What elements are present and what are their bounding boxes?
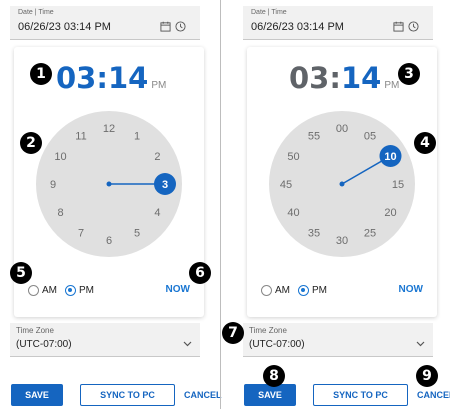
dial-number[interactable]: 2 bbox=[154, 151, 160, 163]
dial-number[interactable]: 15 bbox=[392, 179, 404, 191]
time-colon: : bbox=[96, 61, 108, 95]
calendar-icon[interactable] bbox=[160, 19, 171, 37]
time-display: 03 : 14 PM bbox=[56, 61, 166, 95]
dial-number[interactable]: 25 bbox=[364, 227, 376, 239]
pm-label: PM bbox=[312, 285, 327, 296]
datetime-field[interactable]: Date | Time 06/26/23 03:14 PM bbox=[10, 6, 200, 40]
dial-number[interactable]: 12 bbox=[103, 123, 115, 135]
dial-number[interactable]: 05 bbox=[364, 131, 376, 143]
hour-display[interactable]: 03 bbox=[289, 61, 329, 95]
cancel-button[interactable]: CANCEL bbox=[184, 390, 222, 400]
pm-label: PM bbox=[79, 285, 94, 296]
time-picker-panel-hours: Date | Time 06/26/23 03:14 PM 03 : 14 PM… bbox=[0, 0, 222, 409]
cancel-button[interactable]: CANCEL bbox=[417, 390, 450, 400]
pm-radio[interactable] bbox=[298, 285, 309, 296]
dial-number[interactable]: 4 bbox=[154, 207, 160, 219]
am-option[interactable]: AM bbox=[28, 285, 57, 296]
minute-display[interactable]: 14 bbox=[108, 61, 148, 95]
ampm-toggle: AM PM bbox=[28, 285, 94, 296]
timezone-value: (UTC-07:00) bbox=[16, 339, 72, 350]
clock-center-dot bbox=[339, 181, 345, 187]
dial-number[interactable]: 50 bbox=[287, 151, 299, 163]
time-colon: : bbox=[329, 61, 341, 95]
callout-marker: 8 bbox=[263, 365, 285, 387]
callout-marker: 4 bbox=[414, 132, 436, 154]
dial-number[interactable]: 20 bbox=[384, 207, 396, 219]
panel-divider bbox=[220, 0, 221, 409]
callout-marker: 2 bbox=[20, 132, 42, 154]
minute-display[interactable]: 14 bbox=[341, 61, 381, 95]
dial-number[interactable]: 7 bbox=[78, 227, 84, 239]
save-button[interactable]: SAVE bbox=[244, 384, 296, 406]
clock-picker-card: 03 : 14 PM 12 1 2 3 4 5 6 7 8 9 10 11 AM PM NOW bbox=[14, 47, 204, 317]
am-radio[interactable] bbox=[261, 285, 272, 296]
chevron-down-icon bbox=[183, 334, 192, 352]
now-button[interactable]: NOW bbox=[166, 284, 190, 295]
timezone-select[interactable]: Time Zone (UTC-07:00) bbox=[243, 323, 433, 357]
dial-number[interactable]: 00 bbox=[336, 123, 348, 135]
sync-to-pc-button[interactable]: SYNC TO PC bbox=[80, 384, 175, 406]
am-option[interactable]: AM bbox=[261, 285, 290, 296]
dial-number[interactable]: 55 bbox=[308, 131, 320, 143]
timezone-label: Time Zone bbox=[249, 326, 287, 335]
clock-icon[interactable] bbox=[408, 19, 419, 37]
ampm-toggle: AM PM bbox=[261, 285, 327, 296]
callout-marker: 9 bbox=[416, 365, 438, 387]
pm-option[interactable]: PM bbox=[65, 285, 94, 296]
datetime-value: 06/26/23 03:14 PM bbox=[251, 21, 344, 33]
calendar-icon[interactable] bbox=[393, 19, 404, 37]
datetime-value: 06/26/23 03:14 PM bbox=[18, 21, 111, 33]
datetime-label: Date | Time bbox=[251, 9, 287, 16]
dial-number[interactable]: 40 bbox=[287, 207, 299, 219]
time-display: 03 : 14 PM bbox=[289, 61, 399, 95]
hour-display[interactable]: 03 bbox=[56, 61, 96, 95]
am-label: AM bbox=[275, 285, 290, 296]
am-radio[interactable] bbox=[28, 285, 39, 296]
clock-dial-hours[interactable]: 121234567891011 bbox=[36, 111, 182, 257]
dial-number[interactable]: 9 bbox=[50, 179, 56, 191]
dial-number[interactable]: 5 bbox=[134, 227, 140, 239]
save-button[interactable]: SAVE bbox=[11, 384, 63, 406]
callout-marker: 1 bbox=[30, 63, 52, 85]
pm-radio[interactable] bbox=[65, 285, 76, 296]
callout-marker: 7 bbox=[222, 322, 244, 344]
dial-number[interactable]: 10 bbox=[384, 151, 396, 163]
callout-marker: 3 bbox=[398, 63, 420, 85]
time-picker-panel-minutes: Date | Time 06/26/23 03:14 PM 03 : 14 PM… bbox=[233, 0, 450, 409]
dial-number[interactable]: 35 bbox=[308, 227, 320, 239]
pm-option[interactable]: PM bbox=[298, 285, 327, 296]
datetime-field[interactable]: Date | Time 06/26/23 03:14 PM bbox=[243, 6, 433, 40]
now-button[interactable]: NOW bbox=[399, 284, 423, 295]
clock-center-dot bbox=[106, 181, 112, 187]
datetime-label: Date | Time bbox=[18, 9, 54, 16]
timezone-select[interactable]: Time Zone (UTC-07:00) bbox=[10, 323, 200, 357]
ampm-suffix: PM bbox=[384, 80, 400, 91]
dial-number[interactable]: 1 bbox=[134, 131, 140, 143]
chevron-down-icon bbox=[416, 334, 425, 352]
timezone-label: Time Zone bbox=[16, 326, 54, 335]
callout-marker: 6 bbox=[189, 262, 211, 284]
clock-picker-card: 03 : 14 PM 00 05 10 15 20 25 30 35 40 45 50 55 AM P… bbox=[247, 47, 437, 317]
dial-number[interactable]: 10 bbox=[54, 151, 66, 163]
dial-number[interactable]: 8 bbox=[57, 207, 63, 219]
clock-dial-minutes[interactable]: 00 05 10 15 20 25 30 35 40 45 50 55 bbox=[269, 111, 415, 257]
am-label: AM bbox=[42, 285, 57, 296]
timezone-value: (UTC-07:00) bbox=[249, 339, 305, 350]
dial-number[interactable]: 3 bbox=[162, 179, 168, 191]
ampm-suffix: PM bbox=[151, 80, 167, 91]
dial-number[interactable]: 30 bbox=[336, 235, 348, 247]
dial-number[interactable]: 45 bbox=[280, 179, 292, 191]
callout-marker: 5 bbox=[10, 262, 32, 284]
clock-icon[interactable] bbox=[175, 19, 186, 37]
dial-number[interactable]: 11 bbox=[75, 131, 86, 143]
dial-number[interactable]: 6 bbox=[106, 235, 112, 247]
sync-to-pc-button[interactable]: SYNC TO PC bbox=[313, 384, 408, 406]
